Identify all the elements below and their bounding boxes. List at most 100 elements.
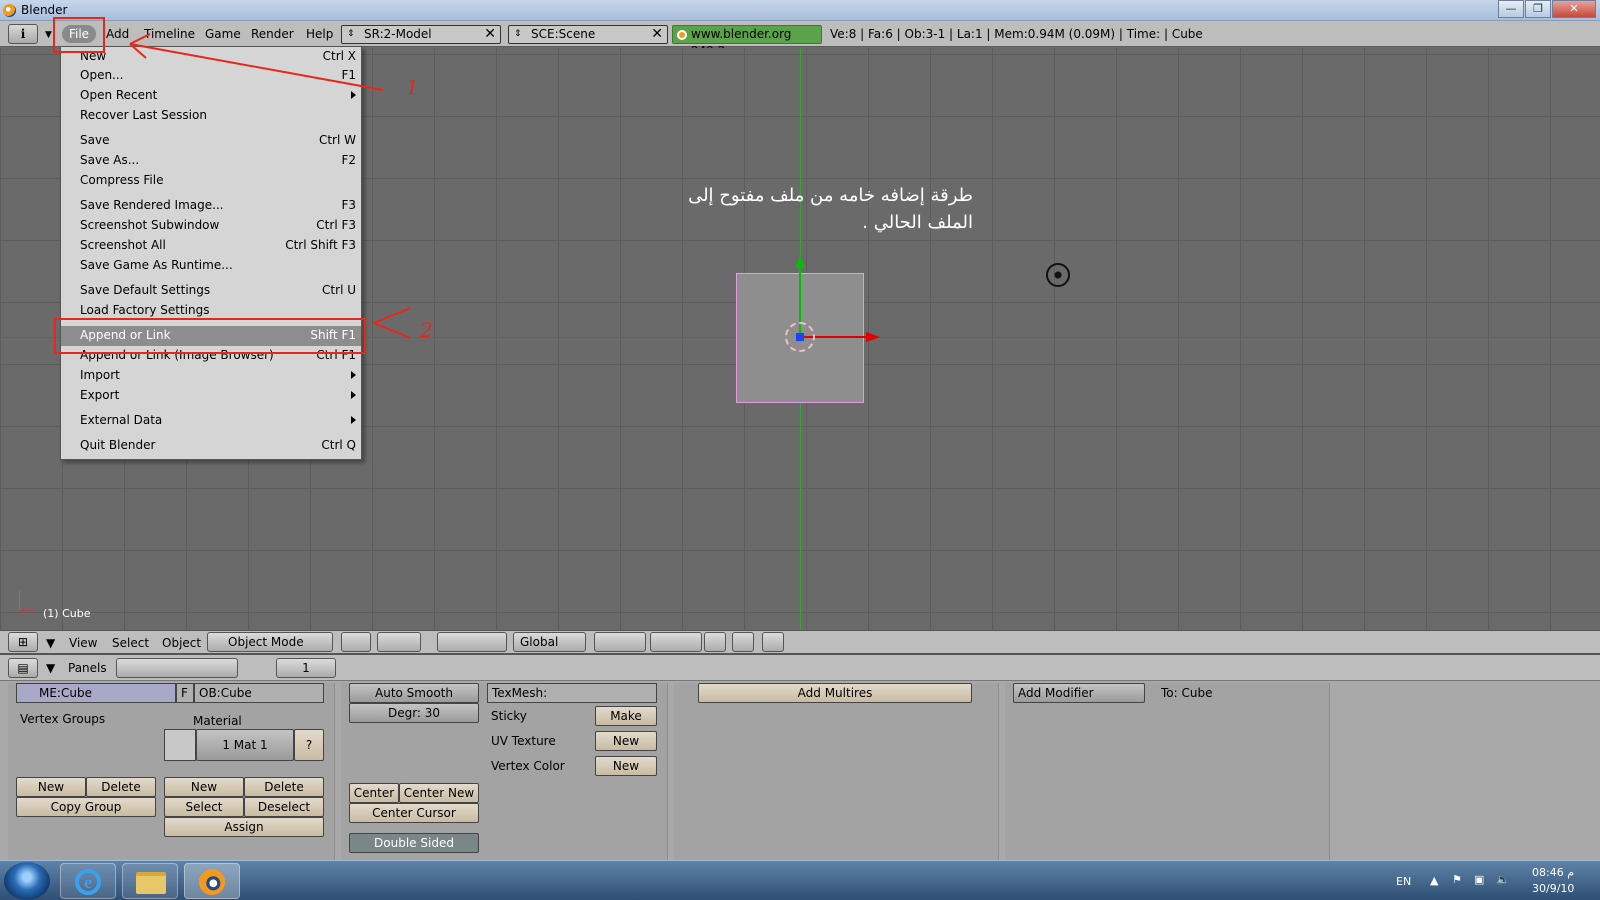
updown-icon: ⇕ (347, 29, 355, 39)
menu-item-import[interactable]: Import (61, 366, 361, 386)
link-materials-panel: ME:Cube F OB:Cube Vertex Groups Material… (8, 683, 335, 861)
material-index-stepper[interactable]: 1 Mat 1 (196, 729, 294, 761)
add-multires-button[interactable]: Add Multires (698, 683, 972, 703)
menu-item-save[interactable]: Save Ctrl W (61, 131, 361, 151)
menu-item-external-data[interactable]: External Data (61, 411, 361, 431)
collapse-menus-icon[interactable]: ▼ (46, 636, 55, 650)
delete-scene-icon[interactable]: ✕ (651, 26, 663, 43)
menu-item-save-default-settings[interactable]: Save Default Settings Ctrl U (61, 281, 361, 301)
screen-selector[interactable]: ⇕ SR:2-Model ✕ (341, 25, 501, 44)
material-new-button[interactable]: New (164, 777, 244, 797)
fake-user-toggle[interactable]: F (176, 683, 194, 703)
menu-object[interactable]: Object (162, 636, 201, 650)
menu-add[interactable]: Add (106, 27, 129, 41)
scene-selector[interactable]: ⇕ SCE:Scene ✕ (508, 25, 668, 44)
center-button[interactable]: Center (349, 783, 399, 803)
menu-view[interactable]: View (69, 636, 97, 650)
menu-timeline[interactable]: Timeline (144, 27, 195, 41)
clock-time[interactable]: 08:46 م (1532, 866, 1574, 879)
taskbar-explorer[interactable] (122, 863, 178, 899)
menu-item-save-rendered-image[interactable]: Save Rendered Image... F3 (61, 196, 361, 216)
lock-layers-icon[interactable] (704, 632, 726, 652)
material-help-button[interactable]: ? (294, 729, 324, 761)
menu-game[interactable]: Game (205, 27, 241, 41)
vertex-color-label: Vertex Color (491, 759, 565, 773)
menu-item-save-as[interactable]: Save As... F2 (61, 151, 361, 171)
menu-select[interactable]: Select (112, 636, 149, 650)
material-deselect-button[interactable]: Deselect (244, 797, 324, 817)
volume-icon[interactable]: 🔈 (1496, 873, 1510, 886)
double-sided-toggle[interactable]: Double Sided (349, 833, 479, 853)
center-cursor-button[interactable]: Center Cursor (349, 803, 479, 823)
modifier-target-label: To: Cube (1161, 686, 1213, 700)
context-buttons[interactable] (116, 658, 238, 678)
language-indicator[interactable]: EN (1396, 875, 1411, 888)
object-name-field[interactable]: OB:Cube (194, 683, 324, 703)
menu-item-quit-blender[interactable]: Quit Blender Ctrl Q (61, 436, 361, 456)
menu-item-compress-file[interactable]: Compress File (61, 171, 361, 191)
menu-item-screenshot-all[interactable]: Screenshot All Ctrl Shift F3 (61, 236, 361, 256)
network-icon[interactable]: ▣ (1474, 873, 1484, 886)
uv-texture-label: UV Texture (491, 734, 556, 748)
vertex-group-delete-button[interactable]: Delete (86, 777, 156, 797)
mode-selector[interactable]: Object Mode (207, 632, 333, 652)
texmesh-field[interactable]: TexMesh: (487, 683, 657, 703)
taskbar-internet-explorer[interactable]: e (60, 863, 116, 899)
taskbar-blender[interactable] (184, 863, 240, 899)
clock-date[interactable]: 30/9/10 (1532, 882, 1574, 895)
collapse-menus-icon[interactable]: ▼ (45, 30, 52, 40)
smooth-degree-slider[interactable]: Degr: 30 (349, 703, 479, 723)
pivot-selector[interactable] (377, 632, 421, 652)
close-button[interactable]: ✕ (1552, 0, 1596, 18)
uv-texture-new-button[interactable]: New (595, 731, 657, 751)
render-preview-icon[interactable] (732, 632, 754, 652)
center-new-button[interactable]: Center New (399, 783, 479, 803)
vertex-color-new-button[interactable]: New (595, 756, 657, 776)
sticky-make-button[interactable]: Make (595, 706, 657, 726)
updown-icon: ⇕ (514, 29, 522, 39)
orientation-selector[interactable]: Global (513, 632, 586, 652)
menu-item-new[interactable]: New Ctrl X (61, 47, 361, 67)
menu-render[interactable]: Render (251, 27, 294, 41)
window-type-selector[interactable]: i (8, 24, 38, 44)
draw-type-button[interactable] (341, 632, 371, 652)
blender-icon (199, 869, 225, 895)
material-color-swatch[interactable] (164, 729, 196, 761)
menu-item-export[interactable]: Export (61, 386, 361, 406)
menu-item-open-recent[interactable]: Open Recent (61, 86, 361, 106)
mesh-datablock-field[interactable]: ME:Cube (16, 683, 176, 703)
menu-item-recover-last-session[interactable]: Recover Last Session (61, 106, 361, 126)
material-delete-button[interactable]: Delete (244, 777, 324, 797)
frame-number[interactable]: 1 (276, 658, 336, 678)
manipulator-y-arrow-icon[interactable] (795, 256, 805, 268)
action-center-flag-icon[interactable]: ⚑ (1452, 873, 1462, 886)
material-assign-button[interactable]: Assign (164, 817, 324, 837)
render-icon[interactable] (762, 632, 784, 652)
delete-screen-icon[interactable]: ✕ (484, 26, 496, 43)
vertex-group-new-button[interactable]: New (16, 777, 86, 797)
menu-item-save-game-as-runtime[interactable]: Save Game As Runtime... (61, 256, 361, 276)
submenu-arrow-icon (351, 391, 356, 399)
show-hidden-icons-icon[interactable]: ▲ (1430, 874, 1438, 887)
submenu-arrow-icon (351, 91, 356, 99)
editor-type-selector[interactable]: ▤ (8, 658, 38, 678)
menu-item-screenshot-subwindow[interactable]: Screenshot Subwindow Ctrl F3 (61, 216, 361, 236)
menu-help[interactable]: Help (306, 27, 333, 41)
copy-group-button[interactable]: Copy Group (16, 797, 156, 817)
manipulator-x-arrow-icon[interactable] (866, 332, 880, 342)
add-modifier-button[interactable]: Add Modifier (1013, 683, 1145, 703)
window-controls: — ❐ ✕ (1497, 0, 1596, 18)
menu-item-open[interactable]: Open... F1 (61, 66, 361, 86)
start-button[interactable] (4, 862, 50, 900)
tutorial-note: طرقة إضافه خامه من ملف مفتوح إلى الملف ا… (660, 182, 973, 236)
layer-buttons-2[interactable] (650, 632, 702, 652)
3d-cursor-icon (1046, 263, 1070, 287)
minimize-button[interactable]: — (1498, 0, 1524, 18)
manipulator-toggle-group[interactable] (437, 632, 507, 652)
material-select-button[interactable]: Select (164, 797, 244, 817)
layer-buttons-1[interactable] (594, 632, 646, 652)
collapse-menus-icon[interactable]: ▼ (46, 661, 55, 675)
auto-smooth-toggle[interactable]: Auto Smooth (349, 683, 479, 703)
maximize-button[interactable]: ❐ (1525, 0, 1551, 18)
editor-type-selector[interactable]: ⊞ (8, 632, 38, 652)
